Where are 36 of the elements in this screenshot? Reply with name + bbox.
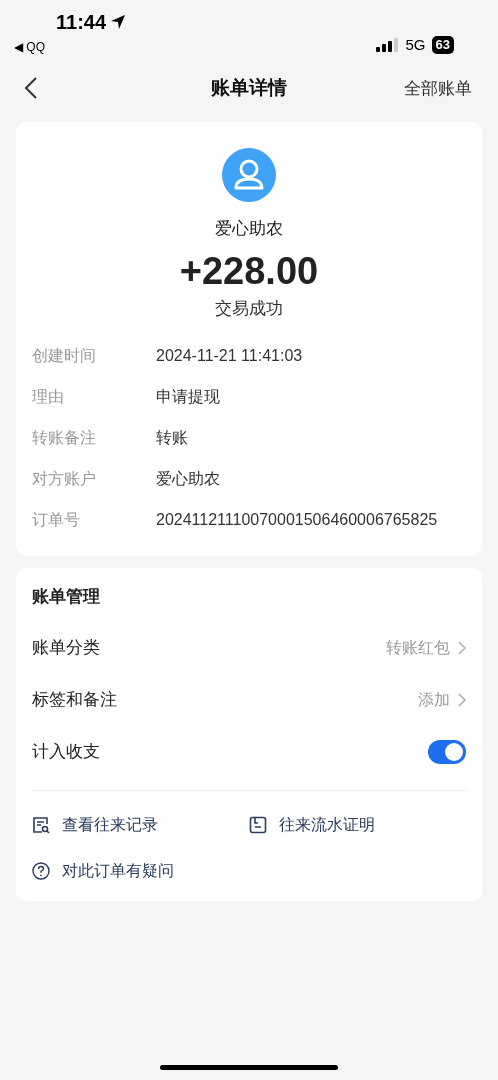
all-bills-link[interactable]: 全部账单 [404,76,472,102]
back-icon[interactable] [24,76,38,100]
action-link[interactable]: 查看往来记录 [62,813,158,837]
detail-value: 20241121110070001506460006765825 [156,509,438,530]
payer-name: 爱心助农 [215,218,283,240]
detail-label: 理由 [32,386,65,407]
document-search-icon [32,816,50,834]
setting-label: 计入收支 [32,741,100,764]
section-title: 账单管理 [32,586,101,608]
toggle-switch[interactable] [428,740,466,764]
setting-label: 标签和备注 [32,689,117,712]
action-link[interactable]: 对此订单有疑问 [62,859,174,883]
detail-value: 申请提现 [156,386,220,407]
detail-label: 创建时间 [32,345,97,366]
detail-label: 转账备注 [32,427,97,448]
back-to-app-link[interactable]: ◀ QQ [14,38,127,56]
battery-indicator: 63 [431,36,454,55]
help-icon [32,862,50,880]
detail-value: 转账 [156,427,188,448]
signal-icon [375,38,400,53]
detail-label: 对方账户 [32,468,97,489]
clock-time: 11:44 [56,12,107,32]
chevron-right-icon [458,693,466,707]
detail-value: 爱心助农 [156,468,220,489]
detail-label: 订单号 [32,509,81,530]
location-arrow-icon [110,14,127,30]
action-link[interactable]: 往来流水证明 [279,813,375,837]
page-title: 账单详情 [211,75,287,100]
detail-value: 2024-11-21 11:41:03 [156,345,303,366]
amount-text: +228.00 [179,248,319,294]
document-icon [249,816,267,834]
network-label: 5G [405,35,426,55]
avatar-icon [222,148,276,202]
setting-label: 账单分类 [32,637,100,660]
status-text: 交易成功 [215,297,283,320]
chevron-right-icon [458,641,466,655]
